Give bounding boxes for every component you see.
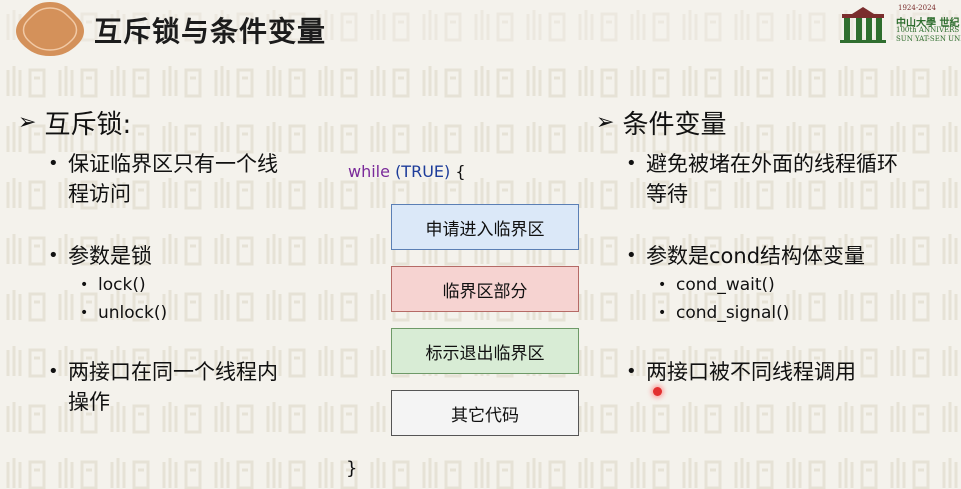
condvar-heading-text: 条件变量	[622, 110, 727, 140]
bullet-dot-icon: •	[658, 305, 667, 321]
university-logo: 1924-2024 中山大學 世紀 100th ANNIVERS SUN YAT…	[838, 4, 961, 44]
bullet-dot-icon: •	[80, 305, 89, 321]
mutex-section: ➢ 互斥锁: • 保证临界区只有一个线 程访问 • 参数是锁 • lock() …	[18, 104, 278, 417]
condvar-sub-bullet-wait: • cond_wait()	[658, 271, 898, 299]
mutex-bullet-2-line-1: 参数是锁	[68, 244, 152, 268]
logo-university: SUN YAT-SEN UNIVER	[896, 35, 961, 43]
condvar-bullet-2: • 参数是cond结构体变量	[626, 241, 898, 271]
bullet-dot-icon: •	[626, 245, 637, 266]
bullet-dot-icon: •	[80, 277, 89, 293]
bullet-dot-icon: •	[48, 245, 59, 266]
bullet-dot-icon: •	[48, 153, 59, 174]
mutex-bullet-3-line-2: 操作	[68, 390, 110, 414]
gate-logo-icon	[840, 7, 886, 43]
code-brace-close: }	[346, 458, 358, 479]
mutex-sub-bullet-unlock-text: unlock()	[98, 303, 168, 323]
laser-pointer-cursor	[653, 387, 662, 396]
bullet-dot-icon: •	[658, 277, 667, 293]
decorative-ornament-icon	[16, 2, 84, 56]
condvar-bullet-1: • 避免被堵在外面的线程循环 等待	[626, 149, 898, 209]
mutex-sub-bullet-lock: • lock()	[80, 271, 278, 299]
code-while-line: while (TRUE) {	[348, 162, 466, 181]
mutex-bullet-3-line-1: 两接口在同一个线程内	[68, 360, 278, 384]
condvar-bullet-1-line-1: 避免被堵在外面的线程循环	[646, 152, 898, 176]
code-brace-open: {	[455, 162, 466, 181]
box-exit-critical: 标示退出临界区	[391, 328, 579, 374]
mutex-bullet-3: • 两接口在同一个线程内 操作	[48, 357, 278, 417]
box-critical-section: 临界区部分	[391, 266, 579, 312]
slide-title: 互斥锁与条件变量	[94, 15, 327, 48]
logo-years: 1924-2024	[898, 4, 936, 12]
condvar-bullet-3-line-1: 两接口被不同线程调用	[646, 360, 856, 384]
arrow-bullet-icon: ➢	[596, 110, 615, 135]
mutex-heading-text: 互斥锁:	[44, 110, 132, 140]
condvar-heading: ➢ 条件变量	[596, 104, 898, 141]
bullet-dot-icon: •	[626, 361, 637, 382]
bullet-dot-icon: •	[626, 153, 637, 174]
mutex-sub-bullet-lock-text: lock()	[98, 275, 146, 295]
mutex-bullet-1: • 保证临界区只有一个线 程访问	[48, 149, 278, 209]
condvar-sub-bullet-signal-text: cond_signal()	[676, 303, 790, 323]
bullet-dot-icon: •	[48, 361, 59, 382]
condvar-bullet-3: • 两接口被不同线程调用	[626, 357, 898, 387]
logo-anniversary: 100th ANNIVERS	[896, 26, 960, 34]
mutex-heading: ➢ 互斥锁:	[18, 104, 278, 141]
code-keyword-while: while	[348, 162, 390, 181]
mutex-bullet-1-line-1: 保证临界区只有一个线	[68, 152, 278, 176]
box-other-code: 其它代码	[391, 390, 579, 436]
box-enter-critical: 申请进入临界区	[391, 204, 579, 250]
mutex-bullet-1-line-2: 程访问	[68, 182, 131, 206]
arrow-bullet-icon: ➢	[18, 110, 37, 135]
mutex-sub-bullet-unlock: • unlock()	[80, 299, 278, 327]
condvar-sub-bullet-wait-text: cond_wait()	[676, 275, 775, 295]
condvar-bullet-1-line-2: 等待	[646, 182, 688, 206]
condvar-section: ➢ 条件变量 • 避免被堵在外面的线程循环 等待 • 参数是cond结构体变量 …	[596, 104, 898, 387]
code-condition: (TRUE)	[395, 162, 451, 181]
mutex-bullet-2: • 参数是锁	[48, 241, 278, 271]
condvar-sub-bullet-signal: • cond_signal()	[658, 299, 898, 327]
condvar-bullet-2-line-1: 参数是cond结构体变量	[646, 244, 866, 268]
